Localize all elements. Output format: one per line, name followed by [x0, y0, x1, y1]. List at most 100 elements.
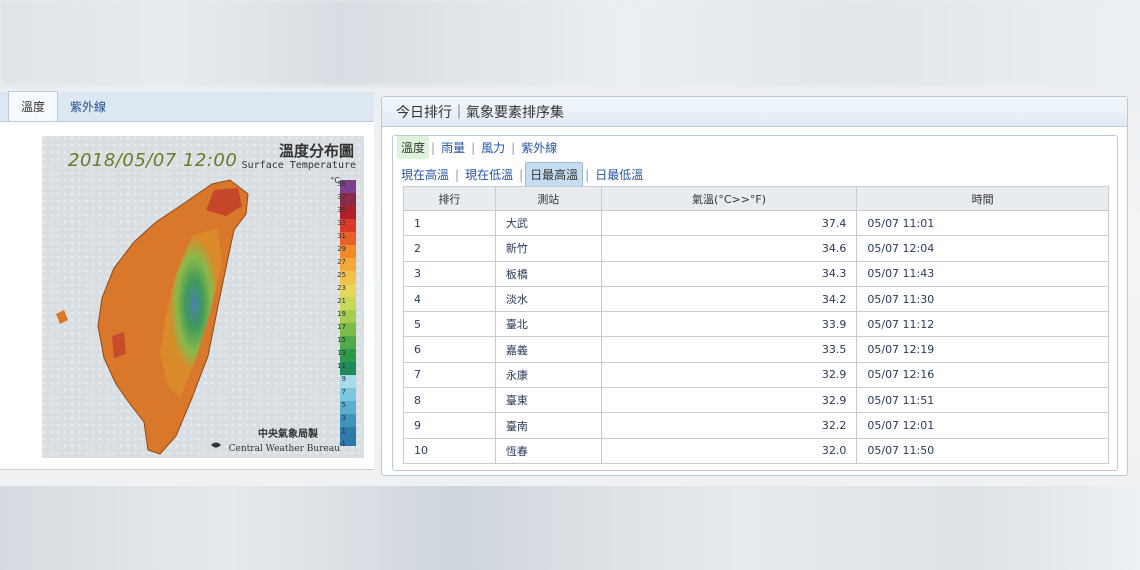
- temperature-cell: 34.3: [600, 260, 858, 287]
- map-tab-bar: 溫度 紫外線: [0, 91, 374, 122]
- scale-label: 19: [337, 310, 346, 318]
- column-header-temperature[interactable]: 氣溫(°C>>°F): [600, 186, 858, 211]
- time-cell: 05/07 11:30: [856, 285, 1109, 313]
- rank-cell: 4: [403, 285, 496, 313]
- table-row: 5 臺北 33.9 05/07 11:12: [403, 311, 1109, 338]
- sub-filter-row: 現在高溫 | 現在低溫 | 日最高溫 | 日最低溫: [397, 162, 647, 187]
- rank-cell: 9: [403, 412, 496, 439]
- temperature-cell: 33.9: [600, 311, 858, 338]
- scale-label: 25: [337, 271, 346, 279]
- credit-chinese: 中央氣象局製: [258, 429, 318, 440]
- filter-uv[interactable]: 紫外線: [517, 136, 561, 159]
- scale-label: 31: [337, 232, 346, 240]
- rank-cell: 10: [403, 437, 496, 464]
- scale-label: 17: [337, 323, 346, 331]
- scale-label: 11: [337, 362, 346, 370]
- separator: |: [471, 140, 476, 155]
- blurred-background-bottom: [0, 486, 1140, 570]
- scale-label: 29: [337, 245, 346, 253]
- scale-label: 37: [337, 193, 346, 201]
- table-row: 9 臺南 32.2 05/07 12:01: [403, 412, 1109, 439]
- rank-cell: 8: [403, 387, 496, 414]
- table-row: 2 新竹 34.6 05/07 12:04: [403, 235, 1109, 262]
- station-cell: 大武: [494, 209, 602, 237]
- station-cell: 板橋: [494, 260, 602, 287]
- ranking-panel: 今日排行｜氣象要素排序集 溫度 | 雨量 | 風力 | 紫外線 現在高溫 | 現…: [381, 96, 1128, 476]
- station-cell: 恆春: [494, 437, 602, 464]
- separator: |: [519, 167, 524, 182]
- filter-temperature[interactable]: 溫度: [397, 136, 430, 159]
- temperature-map: 2018/05/07 12:00 溫度分布圖 Surface Temperatu…: [42, 136, 364, 458]
- rank-cell: 6: [403, 336, 496, 363]
- table-row: 10 恆春 32.0 05/07 11:50: [403, 437, 1109, 464]
- rank-cell: 1: [403, 209, 496, 237]
- scale-label: 13: [337, 349, 346, 357]
- scale-label: 38: [337, 180, 346, 188]
- table-header-row: 排行 測站 氣溫(°C>>°F) 時間: [403, 186, 1109, 211]
- temperature-cell: 32.9: [600, 361, 858, 389]
- temperature-cell: 34.6: [600, 235, 858, 262]
- filter-daily-low[interactable]: 日最低溫: [591, 163, 647, 186]
- taiwan-map-image: [56, 179, 249, 455]
- station-cell: 新竹: [494, 235, 602, 262]
- scale-label: 21: [337, 297, 346, 305]
- table-row: 8 臺東 32.9 05/07 11:51: [403, 387, 1109, 414]
- scale-label: 9: [341, 375, 346, 383]
- temperature-cell: 32.2: [600, 412, 858, 439]
- table-row: 7 永康 32.9 05/07 12:16: [403, 361, 1109, 389]
- station-cell: 臺南: [494, 412, 602, 439]
- time-cell: 05/07 11:51: [856, 387, 1109, 414]
- scale-label: 5: [341, 401, 346, 409]
- time-cell: 05/07 11:12: [856, 311, 1109, 338]
- temperature-cell: 34.2: [600, 285, 858, 313]
- scale-label: 15: [337, 336, 346, 344]
- station-cell: 永康: [494, 361, 602, 389]
- temperature-cell: 37.4: [600, 209, 858, 237]
- filter-current-high[interactable]: 現在高溫: [397, 163, 453, 186]
- temperature-map-panel: 溫度 紫外線 2018/05/07 12:00 溫度分布圖 Surface Te…: [0, 91, 374, 470]
- filter-current-low[interactable]: 現在低溫: [461, 163, 517, 186]
- cwb-logo-icon: [211, 442, 221, 448]
- credit-english: Central Weather Bureau: [228, 444, 340, 454]
- column-header-station: 測站: [494, 186, 602, 211]
- rank-cell: 7: [403, 361, 496, 389]
- table-row: 3 板橋 34.3 05/07 11:43: [403, 260, 1109, 287]
- table-row: 6 嘉義 33.5 05/07 12:19: [403, 336, 1109, 363]
- rank-cell: 3: [403, 260, 496, 287]
- separator: |: [511, 140, 516, 155]
- time-cell: 05/07 12:01: [856, 412, 1109, 439]
- separator: |: [455, 167, 460, 182]
- time-cell: 05/07 12:04: [856, 235, 1109, 262]
- time-cell: 05/07 11:43: [856, 260, 1109, 287]
- filter-daily-high[interactable]: 日最高溫: [525, 162, 584, 187]
- station-cell: 嘉義: [494, 336, 602, 363]
- rank-cell: 2: [403, 235, 496, 262]
- station-cell: 淡水: [494, 285, 602, 313]
- scale-label: 1: [341, 427, 346, 435]
- table-row: 4 淡水 34.2 05/07 11:30: [403, 285, 1109, 313]
- blurred-background-top: [0, 0, 1140, 86]
- time-cell: 05/07 11:01: [856, 209, 1109, 237]
- scale-label: 7: [341, 388, 346, 396]
- column-header-time: 時間: [856, 186, 1109, 211]
- separator: |: [431, 140, 436, 155]
- time-cell: 05/07 11:50: [856, 437, 1109, 464]
- time-cell: 05/07 12:19: [856, 336, 1109, 363]
- ranking-table: 排行 測站 氣溫(°C>>°F) 時間 1 大武 37.4 05/07 11:0…: [403, 186, 1109, 464]
- scale-label: 33: [337, 219, 346, 227]
- station-cell: 臺東: [494, 387, 602, 414]
- filter-rainfall[interactable]: 雨量: [437, 136, 469, 159]
- time-cell: 05/07 12:16: [856, 361, 1109, 389]
- tab-temperature[interactable]: 溫度: [8, 91, 59, 121]
- filter-wind[interactable]: 風力: [477, 136, 509, 159]
- temperature-cell: 32.9: [600, 387, 858, 414]
- station-cell: 臺北: [494, 311, 602, 338]
- ranking-content: 溫度 | 雨量 | 風力 | 紫外線 現在高溫 | 現在低溫 | 日最高溫 | …: [392, 135, 1118, 471]
- separator: |: [585, 167, 590, 182]
- scale-label: 35: [337, 206, 346, 214]
- temperature-cell: 33.5: [600, 336, 858, 363]
- rank-cell: 5: [403, 311, 496, 338]
- column-header-rank: 排行: [403, 186, 496, 211]
- tab-uv[interactable]: 紫外線: [58, 92, 118, 121]
- table-row: 1 大武 37.4 05/07 11:01: [403, 209, 1109, 237]
